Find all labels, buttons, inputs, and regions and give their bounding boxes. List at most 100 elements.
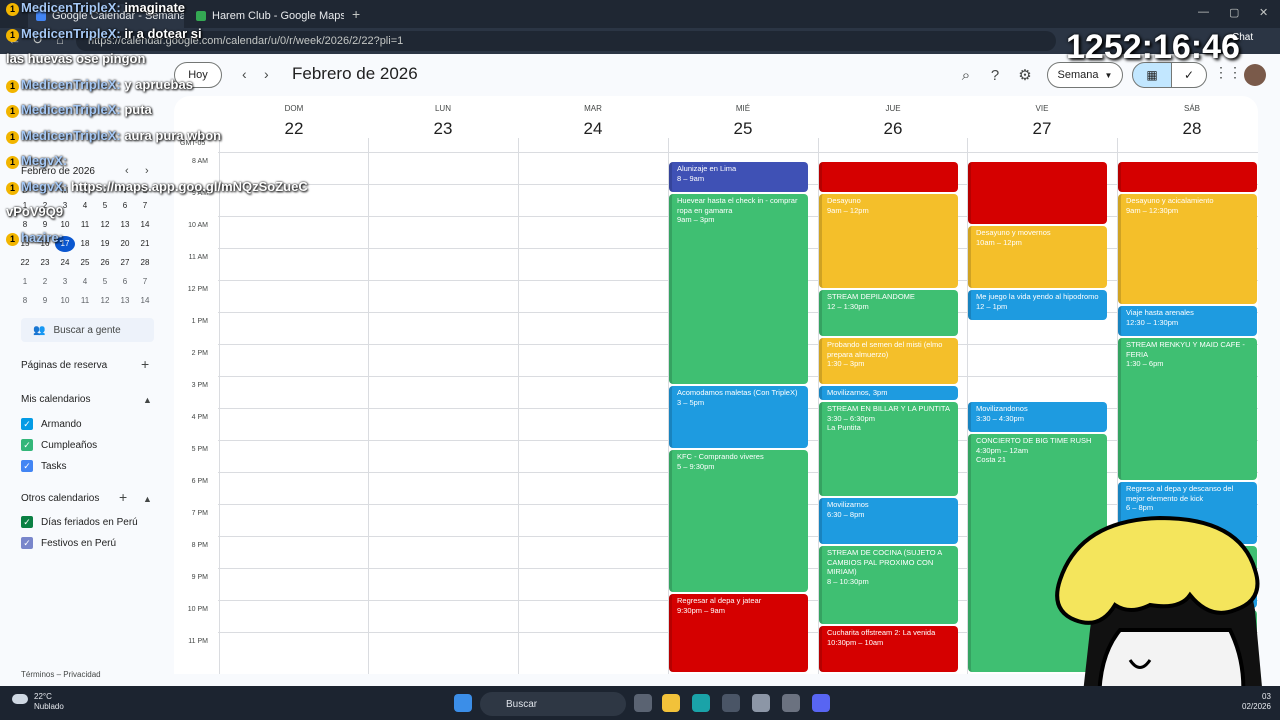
mini-day[interactable]: 6 bbox=[115, 274, 135, 290]
mini-day[interactable]: 20 bbox=[115, 236, 135, 252]
calendar-item-feriados[interactable]: ✓ Días feriados en Perú bbox=[21, 516, 138, 528]
calendar-event[interactable]: KFC - Comprando viveres 5 – 9:30pm bbox=[669, 450, 808, 592]
mini-day[interactable]: 14 bbox=[135, 293, 155, 309]
calendar-event[interactable]: Cucharita offstream 2: La venida 10:30pm … bbox=[819, 626, 958, 672]
mini-day[interactable]: 13 bbox=[115, 217, 135, 233]
checkbox-icon[interactable]: ✓ bbox=[21, 418, 33, 430]
new-tab-icon[interactable]: + bbox=[352, 6, 360, 22]
mini-prev-icon[interactable]: ‹ bbox=[125, 165, 129, 177]
calendar-event[interactable]: Desayuno y acicalamiento 9am – 12:30pm bbox=[1118, 194, 1257, 304]
calendar-event[interactable]: STREAM DE COCINA (SUJETO A CAMBIOS PAL P… bbox=[819, 546, 958, 624]
chevron-up-icon[interactable]: ▲ bbox=[143, 494, 152, 504]
calendar-event[interactable]: Acomodamos maletas (Con TripleX) 3 – 5pm bbox=[669, 386, 808, 448]
checkbox-icon[interactable]: ✓ bbox=[21, 537, 33, 549]
mini-day[interactable]: 19 bbox=[95, 236, 115, 252]
file-explorer-icon[interactable] bbox=[662, 694, 680, 712]
mini-day[interactable]: 27 bbox=[115, 255, 135, 271]
calendar-item-tasks[interactable]: ✓ Tasks bbox=[21, 460, 67, 472]
mini-day[interactable]: 5 bbox=[95, 274, 115, 290]
calendar-event[interactable]: Desayuno y movernos 10am – 12pm bbox=[968, 226, 1107, 288]
mini-day[interactable]: 1 bbox=[15, 274, 35, 290]
day-number[interactable]: 28 bbox=[1117, 119, 1267, 139]
checkbox-icon[interactable]: ✓ bbox=[21, 460, 33, 472]
mini-day[interactable]: 14 bbox=[135, 217, 155, 233]
url-field[interactable]: https://calendar.google.com/calendar/u/0… bbox=[76, 31, 1056, 51]
task-view-icon[interactable] bbox=[634, 694, 652, 712]
calendar-event[interactable]: Huevear hasta el check in - comprar ropa… bbox=[669, 194, 808, 384]
add-booking-icon[interactable]: + bbox=[141, 356, 149, 372]
calendar-event[interactable]: Movilizandonos 3:30 – 4:30pm bbox=[968, 402, 1107, 432]
day-number[interactable]: 23 bbox=[368, 119, 518, 139]
next-week-icon[interactable]: › bbox=[264, 66, 269, 82]
edge-icon[interactable] bbox=[692, 694, 710, 712]
mini-next-icon[interactable]: › bbox=[145, 165, 149, 177]
mini-day[interactable]: 21 bbox=[135, 236, 155, 252]
day-number[interactable]: 27 bbox=[967, 119, 1117, 139]
app-icon[interactable] bbox=[722, 694, 740, 712]
mini-day[interactable]: 24 bbox=[55, 255, 75, 271]
mini-day[interactable]: 10 bbox=[55, 293, 75, 309]
account-avatar[interactable] bbox=[1244, 64, 1266, 86]
settings-app-icon[interactable] bbox=[752, 694, 770, 712]
chevron-up-icon[interactable]: ▲ bbox=[143, 395, 152, 405]
mini-day[interactable]: 4 bbox=[75, 198, 95, 214]
mini-day[interactable]: 28 bbox=[135, 255, 155, 271]
calendar-item-festivos[interactable]: ✓ Festivos en Perú bbox=[21, 537, 116, 549]
windows-start-icon[interactable] bbox=[454, 694, 472, 712]
mini-day[interactable]: 11 bbox=[75, 293, 95, 309]
tab-google-maps[interactable]: Harem Club - Google Maps ✕ bbox=[188, 4, 344, 28]
mini-day[interactable]: 11 bbox=[75, 217, 95, 233]
mini-day[interactable]: 6 bbox=[115, 198, 135, 214]
other-calendars-title[interactable]: Otros calendarios bbox=[21, 493, 99, 504]
search-people-input[interactable]: 👥 Buscar a gente bbox=[21, 318, 154, 342]
calendar-event[interactable] bbox=[819, 162, 958, 192]
my-calendars-title[interactable]: Mis calendarios bbox=[21, 394, 90, 405]
mini-day[interactable]: 23 bbox=[35, 255, 55, 271]
day-number[interactable]: 22 bbox=[219, 119, 369, 139]
calendar-item-cumpleanos[interactable]: ✓ Cumpleaños bbox=[21, 439, 97, 451]
mini-day[interactable]: 7 bbox=[135, 274, 155, 290]
calendar-event[interactable]: Movilizarnos 6:30 – 8pm bbox=[819, 498, 958, 544]
calendar-event[interactable]: STREAM DEPILANDOME 12 – 1:30pm bbox=[819, 290, 958, 336]
search-icon[interactable]: ⌕ bbox=[955, 64, 977, 86]
checkbox-icon[interactable]: ✓ bbox=[21, 439, 33, 451]
day-number[interactable]: 26 bbox=[818, 119, 968, 139]
mini-day[interactable]: 22 bbox=[15, 255, 35, 271]
calendar-event[interactable]: Alunizaje en Lima 8 – 9am bbox=[669, 162, 808, 192]
mini-day[interactable]: 3 bbox=[55, 274, 75, 290]
mini-day[interactable]: 12 bbox=[95, 217, 115, 233]
calendar-event[interactable] bbox=[968, 162, 1107, 224]
prev-week-icon[interactable]: ‹ bbox=[242, 66, 247, 82]
calendar-event[interactable]: Regresar al depa y jatear 9:30pm – 9am bbox=[669, 594, 808, 672]
footer-links[interactable]: Términos – Privacidad bbox=[21, 670, 101, 679]
calendar-event[interactable]: Desayuno 9am – 12pm bbox=[819, 194, 958, 288]
calendar-item-armando[interactable]: ✓ Armando bbox=[21, 418, 82, 430]
add-calendar-icon[interactable]: + bbox=[119, 489, 127, 505]
minimize-icon[interactable]: — bbox=[1198, 6, 1209, 18]
taskbar-search[interactable]: Buscar bbox=[480, 692, 626, 716]
mini-day[interactable]: 25 bbox=[75, 255, 95, 271]
chat-button[interactable]: Chat bbox=[1232, 32, 1253, 43]
calendar-event[interactable]: STREAM RENKYU Y MAID CAFE - FERIA 1:30 – … bbox=[1118, 338, 1257, 480]
mini-day[interactable]: 13 bbox=[115, 293, 135, 309]
mini-day[interactable]: 5 bbox=[95, 198, 115, 214]
obs-icon[interactable] bbox=[782, 694, 800, 712]
mini-day[interactable]: 4 bbox=[75, 274, 95, 290]
day-number[interactable]: 24 bbox=[518, 119, 668, 139]
mini-day[interactable]: 12 bbox=[95, 293, 115, 309]
checkbox-icon[interactable]: ✓ bbox=[21, 516, 33, 528]
close-window-icon[interactable]: ✕ bbox=[1259, 6, 1268, 19]
calendar-event[interactable]: Movilizarnos, 3pm bbox=[819, 386, 958, 400]
calendar-event[interactable]: Viaje hasta arenales 12:30 – 1:30pm bbox=[1118, 306, 1257, 336]
mini-day[interactable]: 7 bbox=[135, 198, 155, 214]
calendar-event[interactable] bbox=[1118, 162, 1257, 192]
calendar-event[interactable]: STREAM EN BILLAR Y LA PUNTITA 3:30 – 6:30… bbox=[819, 402, 958, 496]
discord-icon[interactable] bbox=[812, 694, 830, 712]
mini-day[interactable]: 26 bbox=[95, 255, 115, 271]
mini-day[interactable]: 9 bbox=[35, 293, 55, 309]
taskbar-clock[interactable]: 03 02/2026 bbox=[1242, 692, 1271, 712]
day-number[interactable]: 25 bbox=[668, 119, 818, 139]
mini-day[interactable]: 18 bbox=[75, 236, 95, 252]
calendar-event[interactable]: Probando el semen del misti (elmo prepar… bbox=[819, 338, 958, 384]
mini-day[interactable]: 8 bbox=[15, 293, 35, 309]
